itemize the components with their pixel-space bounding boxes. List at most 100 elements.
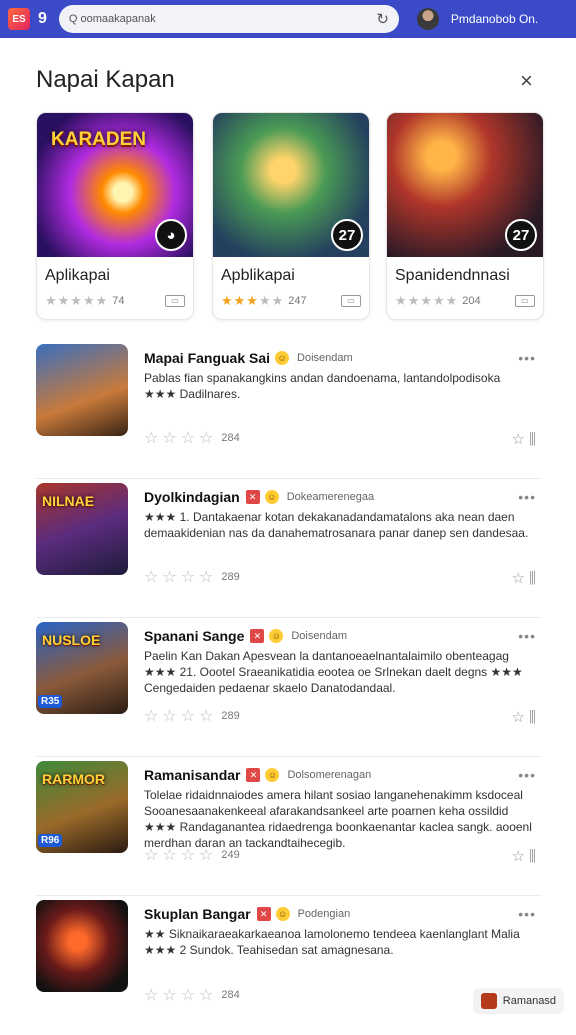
developer-name: Dokeamerenegaa xyxy=(287,491,374,503)
featured-card[interactable]: 27 Spanidendnnasi ★★★★★ 204 ▭ xyxy=(386,112,544,320)
page-title: Napai Kapan xyxy=(36,66,175,94)
app-description: Paelin Kan Dakan Apesvean la dantanoeael… xyxy=(144,648,536,696)
app-logo-icon[interactable]: ES xyxy=(8,8,30,30)
chip-label: Ramanasd xyxy=(503,995,556,1007)
tab-count-button[interactable]: 9 xyxy=(38,10,47,28)
rating-stars[interactable]: ☆☆☆☆ xyxy=(144,845,217,865)
list-item[interactable]: Skuplan Bangar ✕ ☺ Podengian ••• ★★ Sikn… xyxy=(36,896,542,1035)
rating-stars: ★★★★★ xyxy=(395,293,458,309)
thumbnail-title: NUSLOE xyxy=(42,632,100,648)
more-icon[interactable]: ••• xyxy=(518,489,536,505)
flag-icon: ✕ xyxy=(246,490,260,504)
app-description: Tolelae ridaidnnaiodes amera hilant sosi… xyxy=(144,787,536,851)
close-icon[interactable]: × xyxy=(520,68,533,94)
rating-stars[interactable]: ☆☆☆☆ xyxy=(144,567,217,587)
rating-stars[interactable]: ☆☆☆☆ xyxy=(144,985,217,1005)
row-actions: ☆ ⫼ xyxy=(511,430,536,448)
developer-name: Dolsomerenagan xyxy=(287,769,371,781)
snackbar-chip[interactable]: Ramanasd xyxy=(473,988,564,1014)
flag-icon: ✕ xyxy=(250,629,264,643)
app-title[interactable]: Mapai Fanguak Sai xyxy=(144,350,270,366)
library-icon[interactable]: ⫼ xyxy=(529,848,536,865)
row-actions: ☆ ⫼ xyxy=(511,708,536,726)
star-outline-icon[interactable]: ☆ xyxy=(511,709,524,726)
thumbnail-title: RARMOR xyxy=(42,771,105,787)
rating-count: 284 xyxy=(221,989,239,1001)
address-bar[interactable]: ↻ xyxy=(59,5,399,33)
flag-icon: ✕ xyxy=(257,907,271,921)
install-icon[interactable]: ▭ xyxy=(341,295,361,307)
thumbnail-tag: R96 xyxy=(38,834,62,847)
rating-stars[interactable]: ☆☆☆☆ xyxy=(144,428,217,448)
list-item[interactable]: Mapai Fanguak Sai ☺ Doisendam ••• Pablas… xyxy=(36,340,542,479)
install-icon[interactable]: ▭ xyxy=(165,295,185,307)
artwork-title: KARADEN xyxy=(51,129,146,151)
browser-toolbar: ES 9 ↻ Pmdanobob On. xyxy=(0,0,576,38)
game-artwork: KARADEN ◕ xyxy=(37,113,193,257)
badge-icon: 27 xyxy=(331,219,363,251)
developer-name: Podengian xyxy=(298,908,351,920)
rating-stars: ★★★★★ xyxy=(45,293,108,309)
more-icon[interactable]: ••• xyxy=(518,767,536,783)
rating-count: 247 xyxy=(288,295,306,307)
star-outline-icon[interactable]: ☆ xyxy=(511,570,524,587)
app-thumbnail[interactable]: NILNAE xyxy=(36,483,128,575)
row-actions: ☆ ⫼ xyxy=(511,569,536,587)
app-thumbnail[interactable] xyxy=(36,344,128,436)
thumbnail-title: NILNAE xyxy=(42,493,94,509)
featured-card[interactable]: 27 Apblikapai ★★★★★ 247 ▭ xyxy=(212,112,370,320)
description-line: ★★★ Dadilnares. xyxy=(144,386,536,402)
featured-carousel: KARADEN ◕ Aplikapai ★★★★★ 74 ▭ 27 Apblik… xyxy=(36,112,542,320)
badge-icon: ◕ xyxy=(155,219,187,251)
app-title[interactable]: Ramanisandar xyxy=(144,767,240,783)
rating-count: 74 xyxy=(112,295,124,307)
rating-count: 289 xyxy=(221,571,239,583)
library-icon[interactable]: ⫼ xyxy=(529,431,536,448)
developer-name: Doisendam xyxy=(291,630,347,642)
featured-name: Spanidendnnasi xyxy=(395,267,543,285)
emoji-icon: ☺ xyxy=(265,768,279,782)
app-description: ★★ Siknaikaraeakarkaeanoa lamolonemo ten… xyxy=(144,926,536,958)
list-item[interactable]: RARMOR R96 Ramanisandar ✕ ☺ Dolsomerenag… xyxy=(36,757,542,896)
url-input[interactable] xyxy=(69,13,376,25)
description-line: Pablas fian spanakangkins andan dandoena… xyxy=(144,370,536,386)
app-list: Mapai Fanguak Sai ☺ Doisendam ••• Pablas… xyxy=(36,340,542,1035)
rating-stars: ★★★★★ xyxy=(221,293,284,309)
app-title[interactable]: Skuplan Bangar xyxy=(144,906,251,922)
badge-icon: 27 xyxy=(505,219,537,251)
game-artwork: 27 xyxy=(213,113,369,257)
featured-name: Aplikapai xyxy=(45,267,193,285)
avatar[interactable] xyxy=(417,8,439,30)
library-icon[interactable]: ⫼ xyxy=(529,570,536,587)
emoji-icon: ☺ xyxy=(276,907,290,921)
star-outline-icon[interactable]: ☆ xyxy=(511,431,524,448)
app-title[interactable]: Spanani Sange xyxy=(144,628,244,644)
reload-icon[interactable]: ↻ xyxy=(376,10,389,28)
featured-card[interactable]: KARADEN ◕ Aplikapai ★★★★★ 74 ▭ xyxy=(36,112,194,320)
developer-name: Doisendam xyxy=(297,352,353,364)
emoji-icon: ☺ xyxy=(265,490,279,504)
emoji-icon: ☺ xyxy=(269,629,283,643)
list-item[interactable]: NILNAE Dyolkindagian ✕ ☺ Dokeamerenegaa … xyxy=(36,479,542,618)
flag-icon: ✕ xyxy=(246,768,260,782)
app-title[interactable]: Dyolkindagian xyxy=(144,489,240,505)
list-item[interactable]: NUSLOE R35 Spanani Sange ✕ ☺ Doisendam •… xyxy=(36,618,542,757)
app-thumbnail[interactable] xyxy=(36,900,128,992)
library-icon[interactable]: ⫼ xyxy=(529,709,536,726)
more-icon[interactable]: ••• xyxy=(518,350,536,366)
install-icon[interactable]: ▭ xyxy=(515,295,535,307)
more-icon[interactable]: ••• xyxy=(518,628,536,644)
rating-count: 204 xyxy=(462,295,480,307)
rating-count: 249 xyxy=(221,849,239,861)
rating-stars[interactable]: ☆☆☆☆ xyxy=(144,706,217,726)
rating-count: 289 xyxy=(221,710,239,722)
star-outline-icon[interactable]: ☆ xyxy=(511,848,524,865)
rating-count: 284 xyxy=(221,432,239,444)
app-description: Pablas fian spanakangkins andan dandoena… xyxy=(144,370,536,402)
app-description: ★★★ 1. Dantakaenar kotan dekakanadandama… xyxy=(144,509,536,541)
app-thumbnail[interactable]: NUSLOE R35 xyxy=(36,622,128,714)
more-icon[interactable]: ••• xyxy=(518,906,536,922)
profile-name[interactable]: Pmdanobob On. xyxy=(451,12,538,26)
featured-name: Apblikapai xyxy=(221,267,369,285)
app-thumbnail[interactable]: RARMOR R96 xyxy=(36,761,128,853)
